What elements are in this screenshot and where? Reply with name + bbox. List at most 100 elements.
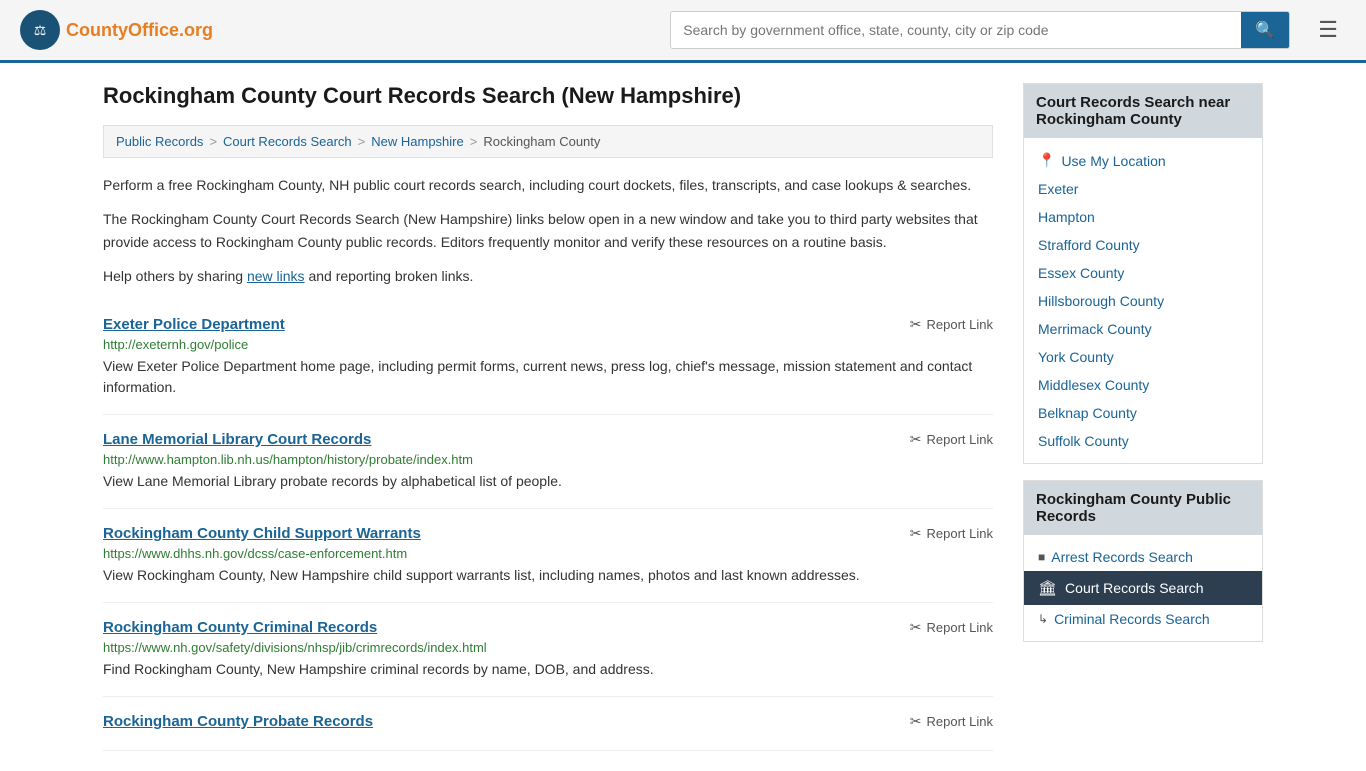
breadcrumb-current: Rockingham County xyxy=(483,134,600,149)
sidebar-active-item[interactable]: 🏛 Court Records Search xyxy=(1024,571,1262,605)
sidebar-public-records-header: Rockingham County Public Records xyxy=(1024,481,1262,535)
report-link-button[interactable]: ✂ Report Link xyxy=(910,316,993,333)
description-1: Perform a free Rockingham County, NH pub… xyxy=(103,174,993,196)
search-bar: 🔍 xyxy=(670,11,1290,49)
record-title[interactable]: Rockingham County Probate Records xyxy=(103,713,373,730)
logo-text: CountyOffice.org xyxy=(66,20,213,41)
menu-button[interactable]: ☰ xyxy=(1310,13,1346,47)
breadcrumb-court-records[interactable]: Court Records Search xyxy=(223,134,352,149)
sidebar-nearby-section: Court Records Search near Rockingham Cou… xyxy=(1023,83,1263,464)
sidebar-nearby-link[interactable]: Strafford County xyxy=(1038,237,1140,253)
sidebar-nearby-link[interactable]: Middlesex County xyxy=(1038,377,1149,393)
report-label: Report Link xyxy=(927,317,993,332)
main-content: Rockingham County Court Records Search (… xyxy=(103,83,993,751)
report-link-button[interactable]: ✂ Report Link xyxy=(910,713,993,730)
record-desc: Find Rockingham County, New Hampshire cr… xyxy=(103,659,993,680)
report-label: Report Link xyxy=(927,620,993,635)
report-link-button[interactable]: ✂ Report Link xyxy=(910,431,993,448)
sidebar-records-link[interactable]: Criminal Records Search xyxy=(1054,611,1210,627)
search-button[interactable]: 🔍 xyxy=(1241,12,1289,48)
sidebar-active-icon: 🏛 xyxy=(1038,579,1057,597)
use-location-link[interactable]: Use My Location xyxy=(1061,153,1165,169)
breadcrumb: Public Records > Court Records Search > … xyxy=(103,125,993,158)
record-item: Rockingham County Criminal Records ✂ Rep… xyxy=(103,603,993,697)
sidebar-nearby-item: Suffolk County xyxy=(1024,427,1262,455)
report-icon: ✂ xyxy=(910,316,922,333)
sidebar-nearby-item: Exeter xyxy=(1024,175,1262,203)
sidebar-records-icon: ↳ xyxy=(1038,612,1048,626)
sidebar-nearby-item: Hillsborough County xyxy=(1024,287,1262,315)
description-3: Help others by sharing new links and rep… xyxy=(103,265,993,287)
breadcrumb-public-records[interactable]: Public Records xyxy=(116,134,203,149)
description-2: The Rockingham County Court Records Sear… xyxy=(103,208,993,253)
sidebar-records-item: ↳ Criminal Records Search xyxy=(1024,605,1262,633)
sidebar-records-link[interactable]: Arrest Records Search xyxy=(1051,549,1193,565)
search-input[interactable] xyxy=(671,12,1241,48)
report-label: Report Link xyxy=(927,432,993,447)
record-header: Rockingham County Criminal Records ✂ Rep… xyxy=(103,619,993,636)
new-links-link[interactable]: new links xyxy=(247,268,305,284)
sidebar: Court Records Search near Rockingham Cou… xyxy=(1023,83,1263,751)
record-header: Lane Memorial Library Court Records ✂ Re… xyxy=(103,431,993,448)
sidebar-public-records-section: Rockingham County Public Records ■ Arres… xyxy=(1023,480,1263,642)
record-header: Exeter Police Department ✂ Report Link xyxy=(103,316,993,333)
logo-icon: ⚖ xyxy=(20,10,60,50)
sidebar-use-location[interactable]: 📍 Use My Location xyxy=(1024,146,1262,175)
record-url[interactable]: https://www.dhhs.nh.gov/dcss/case-enforc… xyxy=(103,546,993,561)
sidebar-nearby-link[interactable]: Hampton xyxy=(1038,209,1095,225)
sidebar-nearby-item: Merrimack County xyxy=(1024,315,1262,343)
sidebar-nearby-item: Strafford County xyxy=(1024,231,1262,259)
sidebar-nearby-item: Essex County xyxy=(1024,259,1262,287)
sidebar-active-link[interactable]: 🏛 Court Records Search xyxy=(1038,579,1248,597)
sidebar-nearby-link[interactable]: Suffolk County xyxy=(1038,433,1129,449)
breadcrumb-new-hampshire[interactable]: New Hampshire xyxy=(371,134,463,149)
record-header: Rockingham County Probate Records ✂ Repo… xyxy=(103,713,993,730)
sidebar-nearby-link[interactable]: York County xyxy=(1038,349,1114,365)
main-container: Rockingham County Court Records Search (… xyxy=(83,63,1283,771)
sidebar-records-icon: ■ xyxy=(1038,550,1045,564)
record-desc: View Exeter Police Department home page,… xyxy=(103,356,993,398)
sidebar-nearby-link[interactable]: Belknap County xyxy=(1038,405,1137,421)
sidebar-records-item: ■ Arrest Records Search xyxy=(1024,543,1262,571)
record-url[interactable]: http://exeternh.gov/police xyxy=(103,337,993,352)
report-label: Report Link xyxy=(927,526,993,541)
sidebar-nearby-body: 📍 Use My Location Exeter Hampton Strafford… xyxy=(1024,138,1262,463)
sidebar-nearby-item: Middlesex County xyxy=(1024,371,1262,399)
sidebar-nearby-link[interactable]: Hillsborough County xyxy=(1038,293,1164,309)
sidebar-nearby-item: York County xyxy=(1024,343,1262,371)
sidebar-nearby-link[interactable]: Essex County xyxy=(1038,265,1124,281)
record-desc: View Lane Memorial Library probate recor… xyxy=(103,471,993,492)
report-icon: ✂ xyxy=(910,525,922,542)
site-header: ⚖ CountyOffice.org 🔍 ☰ xyxy=(0,0,1366,63)
page-title: Rockingham County Court Records Search (… xyxy=(103,83,993,109)
records-list: Exeter Police Department ✂ Report Link h… xyxy=(103,300,993,751)
report-icon: ✂ xyxy=(910,713,922,730)
report-icon: ✂ xyxy=(910,431,922,448)
sidebar-public-records-body: ■ Arrest Records Search 🏛 Court Records … xyxy=(1024,535,1262,641)
logo[interactable]: ⚖ CountyOffice.org xyxy=(20,10,213,50)
record-item: Exeter Police Department ✂ Report Link h… xyxy=(103,300,993,415)
record-item: Rockingham County Child Support Warrants… xyxy=(103,509,993,603)
sidebar-nearby-link[interactable]: Exeter xyxy=(1038,181,1078,197)
report-link-button[interactable]: ✂ Report Link xyxy=(910,619,993,636)
report-label: Report Link xyxy=(927,714,993,729)
report-link-button[interactable]: ✂ Report Link xyxy=(910,525,993,542)
record-title[interactable]: Lane Memorial Library Court Records xyxy=(103,431,371,448)
record-title[interactable]: Rockingham County Criminal Records xyxy=(103,619,377,636)
record-item: Rockingham County Probate Records ✂ Repo… xyxy=(103,697,993,751)
sidebar-nearby-item: Hampton xyxy=(1024,203,1262,231)
svg-text:⚖: ⚖ xyxy=(34,24,47,39)
record-desc: View Rockingham County, New Hampshire ch… xyxy=(103,565,993,586)
sidebar-nearby-link[interactable]: Merrimack County xyxy=(1038,321,1152,337)
record-header: Rockingham County Child Support Warrants… xyxy=(103,525,993,542)
record-item: Lane Memorial Library Court Records ✂ Re… xyxy=(103,415,993,509)
sidebar-nearby-header: Court Records Search near Rockingham Cou… xyxy=(1024,84,1262,138)
report-icon: ✂ xyxy=(910,619,922,636)
location-pin-icon: 📍 xyxy=(1038,152,1055,169)
record-url[interactable]: https://www.nh.gov/safety/divisions/nhsp… xyxy=(103,640,993,655)
sidebar-nearby-item: Belknap County xyxy=(1024,399,1262,427)
record-url[interactable]: http://www.hampton.lib.nh.us/hampton/his… xyxy=(103,452,993,467)
record-title[interactable]: Rockingham County Child Support Warrants xyxy=(103,525,421,542)
record-title[interactable]: Exeter Police Department xyxy=(103,316,285,333)
sidebar-active-label: Court Records Search xyxy=(1065,580,1204,596)
